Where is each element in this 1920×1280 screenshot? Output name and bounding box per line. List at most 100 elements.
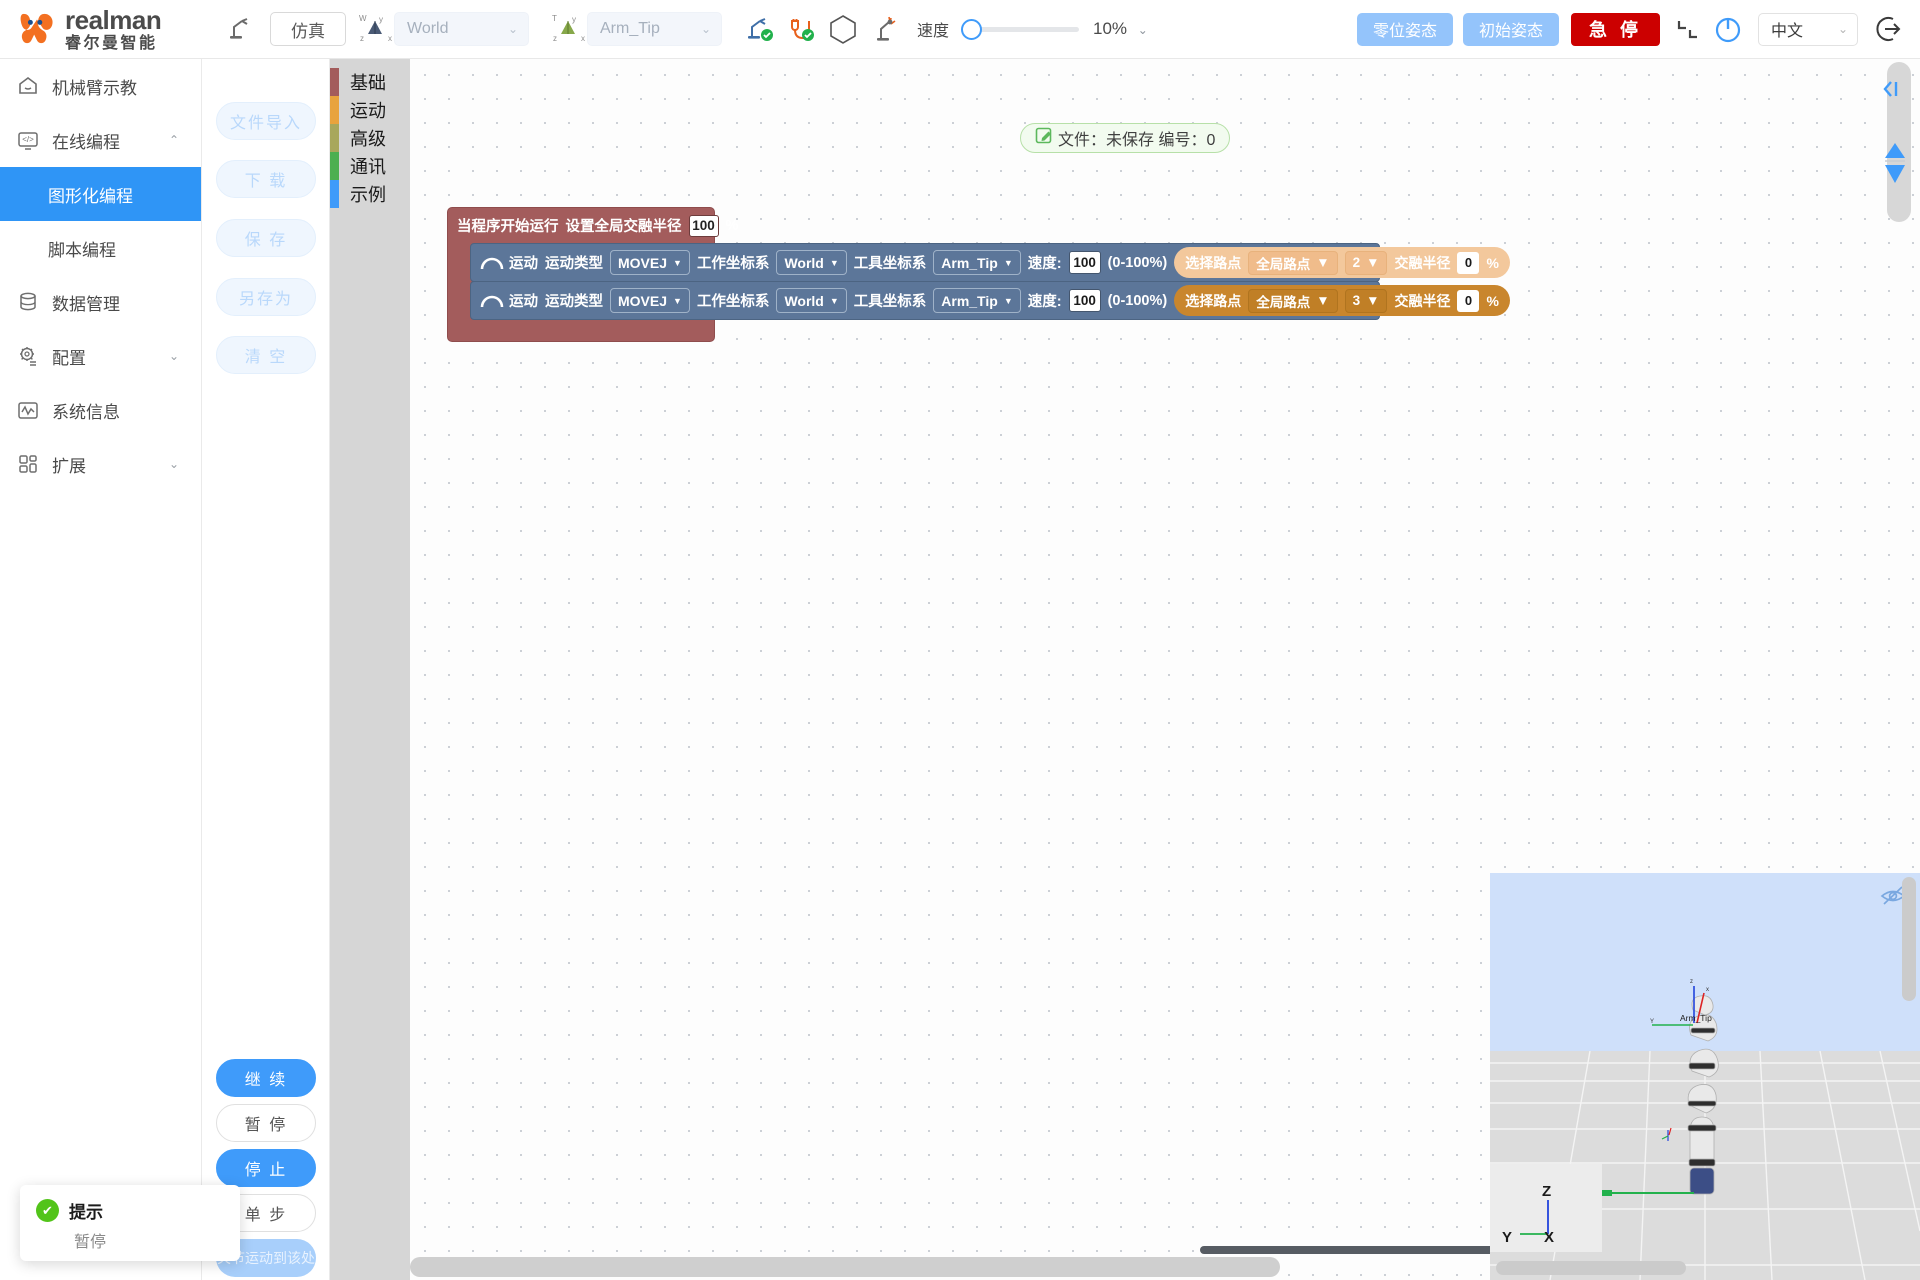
category-label: 通讯 (350, 153, 386, 179)
toolbox-category-advanced[interactable]: 高级 (330, 124, 410, 152)
robot-connected-icon[interactable] (744, 14, 776, 44)
waypoint-index-value: 2 (1353, 255, 1361, 270)
code-monitor-icon: </> (16, 128, 40, 152)
speed-label: 速度: (1028, 252, 1062, 273)
tool-frame-dropdown[interactable]: Arm_Tip ▼ (933, 250, 1020, 275)
canvas-zoom-controls[interactable] (1883, 141, 1907, 192)
cable-connected-icon[interactable] (785, 14, 817, 44)
sidebar-item-system-info[interactable]: 系统信息 (0, 383, 201, 437)
blend-radius-label: 交融半径 (1394, 291, 1450, 311)
chevron-down-icon: ▼ (673, 258, 682, 268)
power-icon[interactable] (1712, 13, 1744, 45)
logout-icon[interactable] (1872, 12, 1906, 46)
emergency-stop-button[interactable]: 急 停 (1571, 13, 1660, 46)
chevron-down-icon: ▼ (1366, 255, 1379, 270)
grid-blocks-icon (16, 452, 40, 476)
waypoint-source-dropdown[interactable]: 全局路点 ▼ (1248, 251, 1337, 275)
collapse-left-icon[interactable] (1880, 78, 1902, 105)
work-frame-dropdown[interactable]: World ▼ (776, 250, 846, 275)
global-blend-radius-field[interactable]: 100 (689, 215, 719, 237)
motion-block-1[interactable]: 运动 运动类型 MOVEJ ▼ 工作坐标系 World ▼ 工具坐标系 (470, 243, 1380, 282)
robot-arm-icon[interactable] (226, 14, 256, 44)
save-as-button[interactable]: 另存为 (216, 278, 316, 316)
sidebar-item-label: 系统信息 (52, 398, 120, 423)
speed-percent-dropdown[interactable]: 10% ⌄ (1093, 19, 1148, 39)
toolbox-category-communication[interactable]: 通讯 (330, 152, 410, 180)
sidebar-item-online-programming[interactable]: </> 在线编程 ⌃ (0, 113, 201, 167)
simulation-mode-button[interactable]: 仿真 (270, 12, 346, 46)
check-circle-icon: ✔ (36, 1199, 59, 1222)
work-frame-select[interactable]: World ⌄ (394, 12, 529, 46)
waypoint-index-dropdown[interactable]: 3 ▼ (1345, 289, 1388, 313)
stop-button[interactable]: 停 止 (216, 1149, 316, 1187)
speed-field[interactable]: 100 (1069, 289, 1101, 312)
toolbox-category-example[interactable]: 示例 (330, 180, 410, 208)
sidebar-item-label: 在线编程 (52, 128, 120, 153)
home-icon (16, 74, 40, 98)
waypoint-pill[interactable]: 选择路点 全局路点 ▼ 3 ▼ 交融半径 0 % (1174, 285, 1510, 316)
program-start-block[interactable]: 当程序开始运行 设置全局交融半径 100 % 运动 运动类型 MOVEJ (447, 207, 715, 342)
speed-slider[interactable] (961, 18, 1079, 40)
init-pose-button[interactable]: 初始姿态 (1463, 13, 1559, 46)
import-file-button[interactable]: 文件导入 (216, 102, 316, 140)
language-select[interactable]: 中文 ⌄ (1758, 13, 1858, 46)
toolbox-category-basic[interactable]: 基础 (330, 68, 410, 96)
download-button[interactable]: 下 载 (216, 160, 316, 198)
reset-corner-icon[interactable] (1674, 15, 1702, 43)
sidebar-item-script-programming[interactable]: 脚本编程 (0, 221, 201, 275)
tool-frame-dropdown[interactable]: Arm_Tip ▼ (933, 288, 1020, 313)
tcp-label: Arm_Tip (1680, 1013, 1712, 1023)
sidebar-item-config[interactable]: 配置 ⌄ (0, 329, 201, 383)
continue-button[interactable]: 继 续 (216, 1059, 316, 1097)
blend-radius-unit: % (1486, 255, 1498, 271)
sidebar-item-extension[interactable]: 扩展 ⌄ (0, 437, 201, 491)
start-block-unit: % (726, 218, 739, 234)
blend-radius-field[interactable]: 0 (1457, 252, 1479, 274)
work-frame-dropdown[interactable]: World ▼ (776, 288, 846, 313)
sidebar-item-data-management[interactable]: 数据管理 (0, 275, 201, 329)
save-button[interactable]: 保 存 (216, 219, 316, 257)
file-tool-panel: 文件导入 下 载 保 存 另存为 清 空 继 续 暂 停 停 止 单 步 关节运… (202, 59, 330, 1280)
speed-field[interactable]: 100 (1069, 251, 1101, 274)
waypoint-source-dropdown[interactable]: 全局路点 ▼ (1248, 289, 1337, 313)
start-block-title: 当程序开始运行 (457, 215, 559, 236)
clear-button[interactable]: 清 空 (216, 336, 316, 374)
speed-range-hint: (0-100%) (1108, 255, 1168, 271)
sidebar-sub-label: 脚本编程 (48, 236, 116, 261)
chevron-down-icon: ⌄ (169, 349, 179, 363)
tool-frame-select[interactable]: Arm_Tip ⌄ (587, 12, 722, 46)
chevron-up-icon: ⌃ (169, 133, 179, 147)
collision-icon[interactable] (869, 14, 901, 44)
category-label: 基础 (350, 69, 386, 95)
sidebar-item-graphical-programming[interactable]: 图形化编程 (0, 167, 201, 221)
viewport-vertical-scrollbar[interactable] (1902, 877, 1916, 1001)
gizmo-z-label: Z (1542, 1183, 1551, 1200)
chevron-down-icon: ⌄ (169, 457, 179, 471)
viewport-horizontal-scrollbar[interactable] (1496, 1261, 1686, 1275)
sidebar-item-teach[interactable]: 机械臂示教 (0, 59, 201, 113)
robot-3d-viewport[interactable]: z x Y Arm_Tip Z (1490, 873, 1920, 1280)
motion-type-dropdown[interactable]: MOVEJ ▼ (610, 288, 690, 313)
file-status-pill[interactable]: 文件：未保存 编号：0 (1020, 123, 1230, 153)
blend-radius-field[interactable]: 0 (1457, 290, 1479, 312)
motion-type-dropdown[interactable]: MOVEJ ▼ (610, 250, 690, 275)
slider-knob[interactable] (961, 19, 982, 40)
zero-pose-button[interactable]: 零位姿态 (1357, 13, 1453, 46)
tool-axis-icon: T y z x (553, 14, 583, 44)
waypoint-index-dropdown[interactable]: 2 ▼ (1345, 251, 1388, 275)
category-color-bar (330, 152, 339, 180)
chevron-down-icon: ▼ (673, 296, 682, 306)
program-stack[interactable]: 当程序开始运行 设置全局交融半径 100 % 运动 运动类型 MOVEJ (447, 207, 715, 342)
motion-block-2[interactable]: 运动 运动类型 MOVEJ ▼ 工作坐标系 World ▼ 工具坐标系 (470, 281, 1380, 320)
canvas-horizontal-scrollbar[interactable] (410, 1257, 1280, 1277)
file-status-text: 文件：未保存 编号：0 (1058, 126, 1215, 150)
chevron-down-icon: ⌄ (1138, 23, 1148, 37)
speed-percent-value: 10% (1093, 19, 1127, 38)
toolbox-category-motion[interactable]: 运动 (330, 96, 410, 124)
brand-logo: realman 睿尔曼智能 (18, 7, 208, 52)
chevron-down-icon: ▼ (830, 296, 839, 306)
pause-button[interactable]: 暂 停 (216, 1104, 316, 1142)
gizmo-x-label: X (1544, 1229, 1554, 1246)
waypoint-pill[interactable]: 选择路点 全局路点 ▼ 2 ▼ 交融半径 0 % (1174, 247, 1510, 278)
cube-icon[interactable] (828, 13, 858, 45)
